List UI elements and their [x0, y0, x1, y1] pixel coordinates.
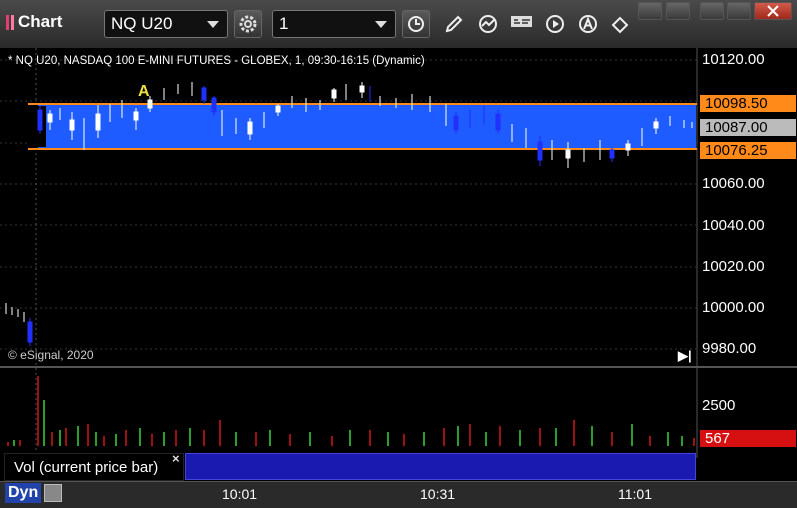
- chart-title: Chart: [18, 12, 63, 31]
- symbol-selector[interactable]: NQ U20: [104, 10, 228, 38]
- upper-line-price-tag: 10098.50: [700, 95, 796, 112]
- lock-icon[interactable]: [44, 484, 62, 502]
- get-button[interactable]: [507, 10, 535, 38]
- price-chart[interactable]: A: [0, 48, 797, 458]
- volume-current-tag: 567: [700, 430, 796, 447]
- chart-header: * NQ U20, NASDAQ 100 E-MINI FUTURES - GL…: [8, 55, 425, 67]
- dynamic-mode-button[interactable]: Dyn: [5, 483, 42, 503]
- play-button[interactable]: [541, 10, 569, 38]
- volume-study-bar[interactable]: [185, 453, 696, 480]
- close-button[interactable]: [754, 2, 792, 20]
- lower-line-price-tag: 10076.25: [700, 142, 796, 159]
- chevron-down-icon: [207, 21, 219, 28]
- minimize-button[interactable]: [700, 2, 724, 20]
- range-box: [38, 104, 696, 149]
- maximize-button[interactable]: [727, 2, 751, 20]
- time-axis-label: 11:01: [618, 486, 652, 502]
- time-button[interactable]: [402, 10, 430, 38]
- last-price-tag: 10087.00: [700, 119, 796, 136]
- volume-axis-label: 2500: [702, 397, 736, 414]
- chart-brand: Chart: [6, 12, 62, 32]
- draw-tool-button[interactable]: [440, 10, 468, 38]
- marker-a-label[interactable]: A: [138, 83, 150, 100]
- chevron-down-icon: [375, 21, 387, 28]
- close-study-icon[interactable]: ×: [172, 451, 180, 466]
- price-axis-label: 9980.00: [702, 340, 757, 357]
- price-axis-label: 10000.00: [702, 299, 765, 316]
- time-axis-label: 10:31: [420, 486, 456, 502]
- price-axis-label: 10060.00: [702, 175, 765, 192]
- alert-a-icon: [579, 15, 597, 33]
- clock-icon: [408, 16, 424, 32]
- link-button[interactable]: [606, 10, 634, 38]
- interval-value: 1: [279, 14, 289, 33]
- interval-selector[interactable]: 1: [272, 10, 396, 38]
- play-icon: [546, 15, 564, 33]
- window-link-button[interactable]: [666, 2, 690, 20]
- study-button[interactable]: [474, 10, 502, 38]
- study-icon: [479, 15, 497, 33]
- price-axis-label: 10020.00: [702, 258, 765, 275]
- close-icon: [767, 5, 779, 17]
- volume-study-label[interactable]: Vol (current price bar): [4, 453, 184, 481]
- symbol-value: NQ U20: [111, 14, 173, 33]
- settings-button[interactable]: [234, 10, 262, 38]
- link-icon: [611, 16, 629, 34]
- get-data-icon: [511, 16, 532, 27]
- price-axis-label: 10120.00: [702, 51, 765, 68]
- pencil-icon: [445, 15, 463, 33]
- time-axis-label: 10:01: [222, 486, 258, 502]
- alert-button[interactable]: [574, 10, 602, 38]
- scroll-to-end-icon[interactable]: ▶|: [678, 348, 692, 364]
- toolbar: Chart NQ U20 1: [0, 0, 797, 49]
- copyright-text: © eSignal, 2020: [8, 348, 94, 362]
- restore-menu-button[interactable]: [638, 2, 662, 20]
- gear-icon: [239, 15, 257, 33]
- price-axis-label: 10040.00: [702, 217, 765, 234]
- chart-logo-icon: [6, 14, 14, 30]
- time-axis[interactable]: [0, 481, 797, 508]
